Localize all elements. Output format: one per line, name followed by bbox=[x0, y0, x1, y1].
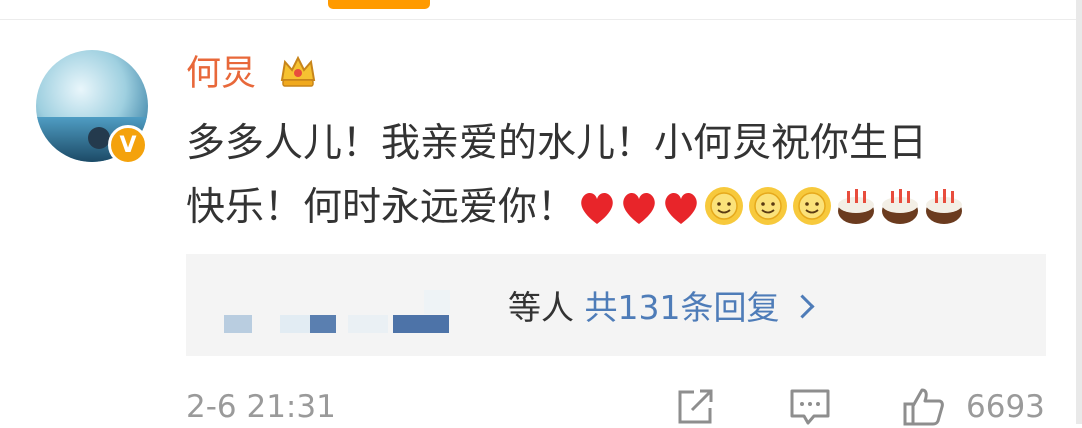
avatar-figure bbox=[88, 127, 110, 149]
sunflower-smile-emoji bbox=[749, 187, 788, 225]
blurred-username bbox=[280, 315, 312, 333]
birthday-cake-emoji bbox=[926, 189, 963, 224]
replies-summary[interactable]: 等人 共131条回复 bbox=[508, 286, 815, 330]
birthday-cake-emoji bbox=[838, 189, 875, 224]
replies-count-link[interactable]: 共131条回复 bbox=[585, 288, 780, 327]
comment-username[interactable]: 何炅 bbox=[186, 50, 256, 98]
like-count: 6693 bbox=[966, 389, 1045, 425]
heart-emoji bbox=[665, 193, 697, 224]
sunflower-smile-emoji bbox=[793, 187, 832, 225]
scrollbar-track[interactable] bbox=[1076, 0, 1082, 424]
thumbs-up-icon[interactable] bbox=[902, 386, 946, 428]
verified-v-icon: V bbox=[108, 125, 148, 165]
replies-names-suffix: 等人 bbox=[508, 288, 574, 327]
chevron-right-icon bbox=[789, 294, 815, 319]
sunflower-smile-emoji bbox=[705, 187, 744, 225]
heart-emoji bbox=[581, 193, 613, 224]
comment-timestamp: 2-6 21:31 bbox=[186, 389, 336, 425]
blurred-username bbox=[310, 315, 336, 333]
active-tab-indicator bbox=[328, 0, 430, 9]
comment-line-2: 快乐！何时永远爱你！ bbox=[186, 185, 577, 230]
comment-text: 多多人儿！我亲爱的水儿！小何炅祝你生日 快乐！何时永远爱你！ bbox=[186, 112, 1056, 240]
replies-preview[interactable]: 等人 共131条回复 bbox=[186, 254, 1046, 356]
share-icon[interactable] bbox=[674, 386, 718, 428]
crown-icon bbox=[280, 55, 316, 87]
comment-line-1: 多多人儿！我亲爱的水儿！小何炅祝你生日 bbox=[186, 121, 928, 166]
top-divider bbox=[0, 19, 1082, 20]
blurred-username bbox=[424, 290, 450, 314]
heart-emoji bbox=[623, 193, 655, 224]
blurred-username bbox=[224, 315, 252, 333]
comment-icon[interactable] bbox=[788, 386, 832, 428]
blurred-username bbox=[393, 315, 449, 333]
birthday-cake-emoji bbox=[882, 189, 919, 224]
blurred-username bbox=[348, 315, 388, 333]
